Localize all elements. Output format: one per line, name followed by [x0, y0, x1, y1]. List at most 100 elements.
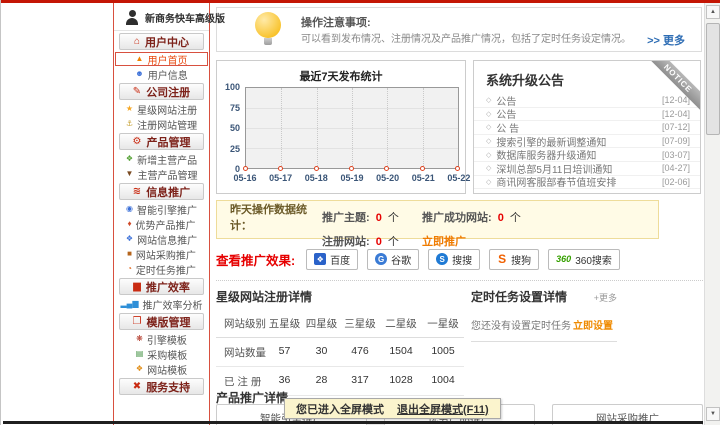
basket-icon: ▼ [125, 169, 134, 178]
anchor-icon: ⚓ [125, 119, 134, 128]
gridline [316, 88, 318, 168]
star-table-header-cell: 二星级 [385, 318, 417, 330]
chart-x-tick: 05-18 [304, 173, 328, 183]
soso-icon: S [436, 253, 449, 265]
chart-point [243, 166, 248, 171]
star-table-cell: 1005 [431, 345, 455, 357]
sidebar-item-2-0[interactable]: ❖ 新增主营产品 [114, 152, 209, 167]
chart-x-tick: 05-22 [447, 173, 471, 183]
chart-y-tick: 75 [229, 102, 240, 113]
chart-point [313, 166, 319, 171]
sidebar-item-3-3[interactable]: ■ 网站采购推广 [114, 247, 209, 262]
sidebar-section-label: 服务支持 [146, 381, 191, 394]
engine-button-0[interactable]: ❖ 百度 [306, 248, 359, 270]
sidebar-section-5[interactable]: ❐ 模版管理 [119, 313, 204, 330]
timer-more-link[interactable]: +更多 [594, 291, 617, 304]
sidebar-section-1[interactable]: ✎ 公司注册 [119, 83, 204, 100]
sidebar-section-label: 用户中心 [145, 36, 190, 49]
user-icon [126, 10, 138, 25]
sidebar-section-label: 产品管理 [146, 136, 191, 149]
sidebar-section-0[interactable]: ⌂ 用户中心 [119, 33, 204, 50]
chart-title: 最近7天发布统计 [299, 71, 383, 83]
sidebar-item-1-0[interactable]: ★ 星级网站注册 [114, 102, 209, 117]
star-table-cell: 28 [315, 374, 328, 386]
star-table-title: 星级网站注册详情 [216, 290, 313, 304]
chart-icon: ▆ [133, 280, 141, 292]
star-table-cell: 317 [351, 374, 369, 386]
rocket-icon: ♦ [127, 219, 132, 228]
gridline [387, 88, 389, 168]
engine-button-1[interactable]: G 谷歌 [367, 248, 420, 270]
sidebar-item-5-1[interactable]: ▤ 采购模板 [114, 347, 209, 362]
sidebar-item-label: 网站模板 [147, 365, 188, 377]
top-red-bar [1, 0, 720, 3]
star-table-row-label: 网站数量 [224, 347, 266, 359]
sidebar-item-label: 定时任务推广 [135, 265, 196, 277]
engine-button-3[interactable]: S 搜狗 [489, 248, 540, 270]
sogou-icon: S [498, 252, 507, 266]
sidebar-item-4-0[interactable]: ▂▄▆ 推广效率分析 [114, 297, 209, 312]
globe-icon: ◉ [126, 204, 133, 213]
web-icon: ❖ [125, 234, 134, 243]
sidebar-section-3[interactable]: ≋ 信息推广 [119, 183, 204, 200]
sidebar-item-3-2[interactable]: ❖ 网站信息推广 [114, 232, 209, 247]
stats-label: 昨天操作数据统计： [230, 204, 307, 232]
set-now-link[interactable]: 立即设置 [573, 317, 613, 332]
scrollbar-thumb[interactable] [706, 23, 720, 135]
engine-label: 百度 [330, 255, 351, 267]
announcement-date: [03-07] [661, 149, 690, 160]
chart-point [455, 166, 460, 171]
vertical-scrollbar[interactable]: ▲ ▼ [704, 3, 720, 425]
bullet-icon: ◇ [486, 124, 492, 132]
wifi-icon: ≋ [132, 185, 142, 197]
sidebar-item-0-0[interactable]: ▲ 用户首页 [115, 52, 208, 67]
more-link[interactable]: >> 更多 [647, 32, 685, 48]
star-table-header-cell: 一星级 [427, 318, 459, 330]
star-table-cell: 1028 [389, 374, 413, 386]
sidebar-item-label: 优势产品推广 [135, 220, 196, 232]
baidu-icon: ❖ [314, 253, 327, 265]
sidebar-section-label: 推广效率 [145, 281, 190, 294]
home-icon: ⌂ [133, 35, 141, 47]
chart-y-axis: 100 75 50 25 0 [219, 82, 242, 174]
exit-fullscreen-link[interactable]: 退出全屏模式(F11) [397, 401, 489, 417]
sidebar-item-label: 引擎模板 [146, 335, 187, 347]
sidebar-section-4[interactable]: ▆ 推广效率 [119, 278, 204, 295]
sidebar-item-3-0[interactable]: ◉ 智能引擎推广 [114, 202, 209, 217]
chart-x-tick: 05-17 [269, 173, 293, 183]
sidebar-item-label: 网站采购推广 [135, 250, 196, 262]
sidebar-item-0-1[interactable]: ☻ 用户信息 [114, 67, 209, 82]
notice-box: 操作注意事项: 可以看到发布情况、注册情况及产品推广情况，包括了定时任务设定情况… [216, 7, 702, 52]
timer-title: 定时任务设置详情 [471, 290, 568, 304]
google-icon: G [375, 253, 388, 265]
sidebar-item-5-2[interactable]: ❖ 网站模板 [114, 362, 209, 377]
chart-x-tick: 05-20 [376, 173, 400, 183]
sidebar-section-6[interactable]: ✖ 服务支持 [119, 378, 204, 395]
announcement-item-6[interactable]: ◇ 商讯网客服部春节值班安排 [02-06] [474, 176, 700, 189]
fullscreen-text: 您已进入全屏模式 [296, 403, 384, 416]
bottom-frame-line [3, 421, 703, 424]
arrow-up-icon: ▲ [135, 54, 144, 63]
chart-point [384, 166, 390, 171]
scroll-down-button[interactable]: ▼ [706, 407, 720, 421]
sidebar-item-1-1[interactable]: ⚓ 注册网站管理 [114, 117, 209, 132]
edit-icon: ✎ [132, 85, 142, 97]
window-icon: ❐ [132, 315, 142, 327]
sidebar-item-2-1[interactable]: ▼ 主营产品管理 [114, 167, 209, 182]
engine-button-4[interactable]: 360 360搜索 [548, 248, 620, 270]
announcements-panel: 系统升级公告 NOTICE ◇ 公告 [12-04] ◇ 公告 [12-04] ◇ 公 告 [0… [473, 60, 701, 194]
sidebar-item-label: 用户首页 [147, 55, 188, 67]
sidebar-item-3-1[interactable]: ♦ 优势产品推广 [114, 217, 209, 232]
sidebar-item-label: 采购模板 [147, 350, 188, 362]
star-table-header-cell: 三星级 [344, 318, 376, 330]
chart-point [419, 166, 425, 171]
sidebar-section-2[interactable]: ⚙ 产品管理 [119, 133, 204, 150]
alarm-icon: ◔ [127, 264, 132, 273]
sidebar-item-5-0[interactable]: ❋ 引擎模板 [114, 332, 209, 347]
bullet-icon: ◇ [486, 97, 492, 105]
scroll-up-button[interactable]: ▲ [706, 5, 720, 19]
sidebar-item-3-4[interactable]: ◔ 定时任务推广 [114, 262, 209, 277]
bullet-icon: ◇ [486, 178, 492, 186]
engine-button-2[interactable]: S 搜搜 [428, 248, 481, 270]
bars-icon: ▂▄▆ [120, 299, 139, 308]
